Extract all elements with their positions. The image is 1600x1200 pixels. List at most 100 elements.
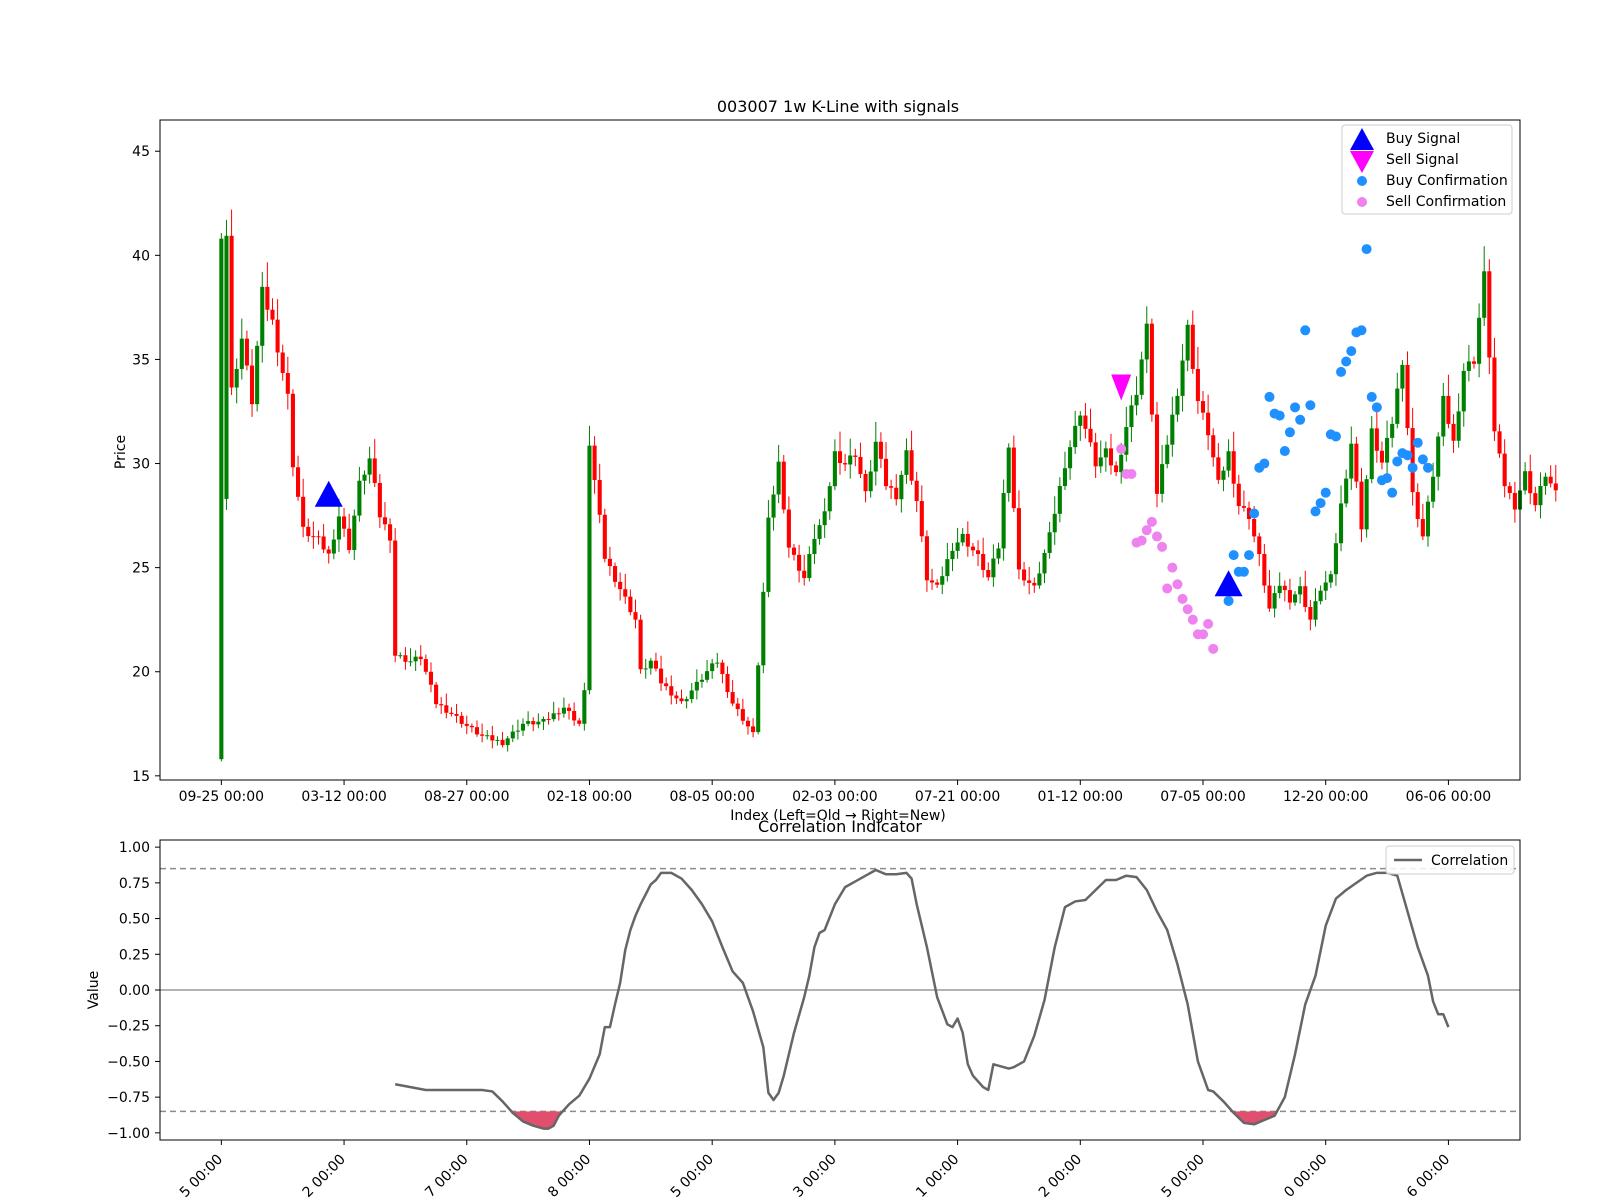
kline-x-tick-label: 02-18 00:00 bbox=[547, 789, 632, 805]
candle-body bbox=[1098, 457, 1103, 467]
candle-body bbox=[597, 479, 602, 515]
candle-body bbox=[1200, 401, 1206, 413]
candle-body bbox=[372, 458, 377, 483]
kline-x-tick-label: 08-27 00:00 bbox=[424, 789, 509, 805]
kline-y-tick-label: 25 bbox=[132, 561, 150, 577]
candle-body bbox=[265, 286, 270, 310]
candle-body bbox=[1088, 428, 1093, 443]
legend-sell-signal-label: Sell Signal bbox=[1386, 152, 1459, 168]
candle-body bbox=[434, 684, 439, 705]
sell-confirmation-dot bbox=[1151, 531, 1162, 542]
candle-body bbox=[1385, 437, 1390, 463]
candle-body bbox=[950, 550, 955, 560]
kline-x-tick-label: 02-03 00:00 bbox=[792, 789, 877, 805]
candle-body bbox=[1374, 428, 1379, 451]
candle-body bbox=[1400, 364, 1405, 389]
candle-body bbox=[1420, 519, 1425, 537]
kline-legend: Buy Signal Sell Signal Buy Confirmation … bbox=[1341, 124, 1513, 215]
buy-confirmation-dot bbox=[1259, 458, 1270, 469]
candle-body bbox=[219, 238, 224, 760]
candle-body bbox=[1482, 271, 1487, 318]
candle-body bbox=[935, 582, 940, 585]
candle-body bbox=[275, 319, 280, 353]
candle-body bbox=[469, 725, 474, 728]
candle-body bbox=[1471, 361, 1477, 364]
candle-body bbox=[756, 665, 761, 733]
candle-body bbox=[244, 338, 249, 366]
buy-confirmation-dot bbox=[1249, 508, 1260, 519]
candle-body bbox=[735, 703, 740, 710]
candle-body bbox=[812, 538, 817, 555]
candle-body bbox=[633, 612, 638, 620]
candle-body bbox=[556, 713, 561, 715]
candle-body bbox=[817, 525, 822, 539]
kline-y-tick-label: 30 bbox=[132, 457, 150, 473]
candle-body bbox=[797, 554, 802, 571]
kline-x-tick-label: 09-25 00:00 bbox=[179, 789, 264, 805]
kline-y-tick-label: 40 bbox=[132, 248, 150, 264]
candle-body bbox=[781, 461, 786, 510]
candle-body bbox=[955, 542, 960, 551]
candle-body bbox=[520, 723, 526, 731]
kline-x-tick-label: 07-05 00:00 bbox=[1160, 789, 1245, 805]
candle-body bbox=[393, 540, 398, 656]
candle-body bbox=[587, 445, 592, 691]
candle-body bbox=[1318, 590, 1323, 602]
candle-body bbox=[986, 569, 991, 578]
candle-body bbox=[1057, 486, 1062, 514]
candle-body bbox=[249, 365, 255, 405]
candle-body bbox=[1006, 447, 1011, 493]
candle-body bbox=[1236, 483, 1241, 507]
candle-body bbox=[740, 709, 745, 721]
candle-body bbox=[1022, 569, 1027, 581]
candle-body bbox=[689, 690, 694, 700]
candle-body bbox=[1032, 582, 1037, 586]
kline-title: 003007 1w K-Line with signals bbox=[717, 97, 959, 116]
candle-body bbox=[1431, 476, 1436, 502]
kline-x-tick-label: 03-12 00:00 bbox=[301, 789, 386, 805]
candle-body bbox=[403, 655, 408, 662]
candle-body bbox=[1149, 323, 1154, 415]
corr-y-tick-label: 0.50 bbox=[119, 912, 150, 928]
chart-figure: 003007 1w K-Line with signals Price Inde… bbox=[0, 0, 1600, 1200]
corr-y-tick-label: −0.50 bbox=[107, 1054, 150, 1070]
candle-body bbox=[342, 516, 347, 529]
candle-body bbox=[1160, 464, 1165, 494]
buy-confirmation-dot bbox=[1223, 595, 1234, 606]
candle-body bbox=[1543, 476, 1548, 486]
candle-body bbox=[311, 536, 316, 538]
candle-body bbox=[1282, 585, 1287, 591]
candle-body bbox=[771, 494, 776, 518]
candle-body bbox=[1333, 543, 1338, 575]
candle-body bbox=[413, 656, 418, 662]
corr-y-axis-label: Value bbox=[86, 971, 102, 1009]
candle-body bbox=[1257, 536, 1262, 555]
candle-body bbox=[474, 727, 480, 735]
candle-body bbox=[290, 393, 295, 468]
candle-body bbox=[715, 662, 720, 664]
candle-body bbox=[388, 524, 393, 541]
candle-body bbox=[1262, 554, 1267, 586]
candle-body bbox=[224, 235, 229, 499]
buy-confirmation-dot bbox=[1371, 402, 1382, 413]
candle-body bbox=[1267, 585, 1272, 609]
candle-body bbox=[260, 286, 265, 346]
candle-body bbox=[1216, 457, 1221, 480]
buy-confirmation-dot bbox=[1382, 473, 1393, 484]
candle-body bbox=[459, 715, 464, 724]
candle-body bbox=[899, 474, 904, 500]
candle-body bbox=[1139, 359, 1144, 395]
candle-body bbox=[1359, 481, 1364, 530]
candle-body bbox=[1272, 593, 1277, 609]
candle-body bbox=[1062, 468, 1068, 487]
candle-body bbox=[894, 487, 899, 500]
kline-x-tick-label: 08-05 00:00 bbox=[669, 789, 754, 805]
candle-body bbox=[684, 699, 689, 702]
candle-body bbox=[321, 536, 326, 550]
candle-body bbox=[1533, 493, 1538, 506]
candle-body bbox=[878, 441, 883, 459]
candle-body bbox=[909, 450, 914, 481]
candle-body bbox=[904, 450, 909, 475]
buy-confirmation-dot bbox=[1387, 487, 1398, 498]
candle-body bbox=[1364, 479, 1369, 530]
